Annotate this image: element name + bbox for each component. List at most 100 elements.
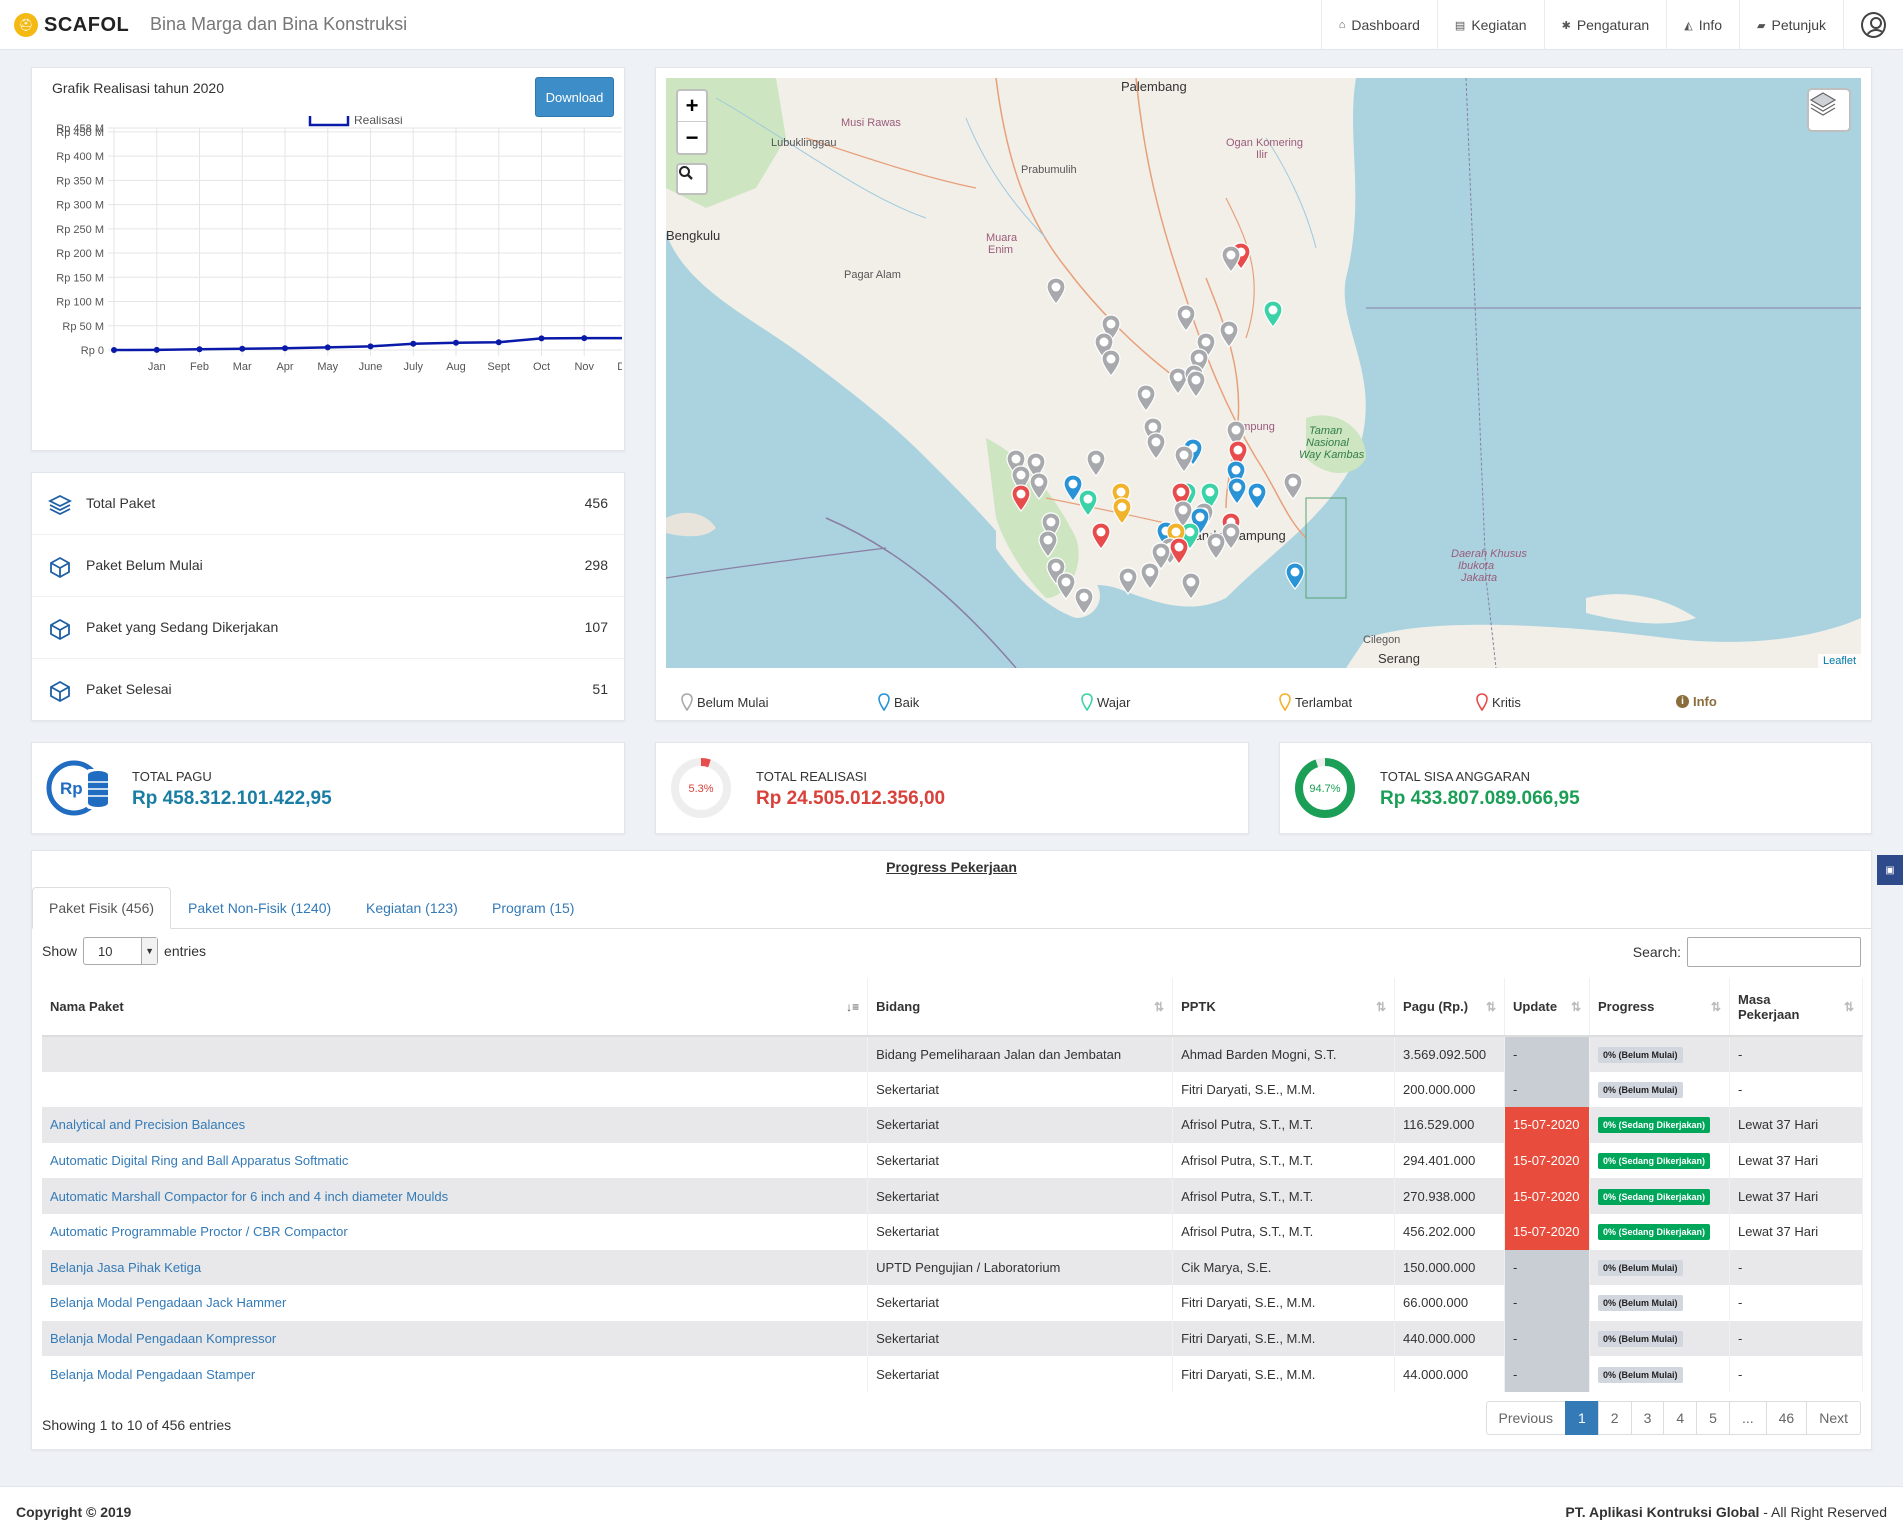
cell-pptk: Fitri Daryati, S.E., M.M. — [1172, 1356, 1396, 1392]
cell-nama-paket[interactable]: Belanja Jasa Pihak Ketiga — [42, 1249, 869, 1286]
side-panel-toggle[interactable]: ▣ — [1877, 855, 1903, 885]
page-button[interactable]: Next — [1806, 1401, 1861, 1435]
cell-progress: 0% (Sedang Dikerjakan) — [1589, 1178, 1730, 1214]
nav-label: Kegiatan — [1471, 17, 1527, 33]
page-size-select[interactable]: 10 ▼ — [83, 937, 159, 965]
layers-icon — [47, 493, 73, 520]
cell-nama-paket[interactable]: Automatic Programmable Proctor / CBR Com… — [42, 1213, 869, 1250]
nav-dashboard[interactable]: ⌂ Dashboard — [1320, 0, 1437, 50]
col-progress[interactable]: Progress ⇅ — [1589, 978, 1730, 1037]
cell-nama-paket[interactable]: Automatic Marshall Compactor for 6 inch … — [42, 1178, 869, 1214]
page-button[interactable]: 2 — [1597, 1401, 1632, 1435]
page-button[interactable]: 3 — [1630, 1401, 1665, 1435]
x-tick-label: Sept — [487, 361, 510, 373]
status-badge: 0% (Sedang Dikerjakan) — [1598, 1153, 1711, 1170]
y-tick-label: Rp 0 — [81, 345, 104, 357]
y-tick-label: Rp 300 M — [56, 200, 104, 212]
col-bidang[interactable]: Bidang ⇅ — [867, 978, 1174, 1037]
page-button[interactable]: 46 — [1765, 1401, 1808, 1435]
download-button[interactable]: Download — [535, 77, 614, 117]
map-label: Way Kambas — [1299, 449, 1365, 461]
file-icon: ▤ — [1454, 19, 1466, 32]
status-badge: 0% (Belum Mulai) — [1598, 1259, 1683, 1276]
table-row[interactable]: Belanja Modal Pengadaan Jack Hammer Seker… — [42, 1285, 1864, 1321]
marker-blue-icon — [878, 693, 890, 711]
cell-pagu: 294.401.000 — [1394, 1142, 1506, 1179]
cell-pptk: Ahmad Barden Mogni, S.T. — [1172, 1036, 1396, 1072]
table-search-input[interactable] — [1687, 937, 1861, 967]
user-menu[interactable] — [1843, 0, 1903, 50]
y-tick-label: Rp 50 M — [62, 321, 104, 333]
legend-label: Kritis — [1492, 694, 1521, 710]
cell-nama-paket[interactable]: Automatic Digital Ring and Ball Apparatu… — [42, 1142, 869, 1179]
stat-value: 107 — [584, 619, 608, 635]
col-nama-paket[interactable]: Nama Paket ↓≡ — [42, 978, 869, 1037]
tab-program[interactable]: Program (15) — [476, 887, 590, 929]
y-tick-label: Rp 100 M — [56, 297, 104, 309]
col-update[interactable]: Update ⇅ — [1504, 978, 1590, 1037]
table-row[interactable]: Sekertariat Fitri Daryati, S.E., M.M. 200.… — [42, 1071, 1864, 1108]
table-search: Search: — [1633, 937, 1861, 967]
legend-terlambat: Terlambat — [1279, 693, 1352, 711]
zoom-out-button[interactable]: − — [678, 122, 706, 153]
sisa-donut: 94.7% — [1295, 758, 1355, 818]
app-logo[interactable]: ⛑ SCAFOL — [14, 13, 129, 37]
y-tick-label: Rp 250 M — [56, 224, 104, 236]
cell-pptk: Fitri Daryati, S.E., M.M. — [1172, 1285, 1396, 1321]
col-pagu[interactable]: Pagu (Rp.) ⇅ — [1394, 978, 1506, 1037]
table-row[interactable]: Belanja Jasa Pihak Ketiga UPTD Pengujian … — [42, 1249, 1864, 1286]
cell-nama-paket[interactable]: Belanja Modal Pengadaan Kompressor — [42, 1320, 869, 1357]
cell-nama-paket[interactable]: Analytical and Precision Balances — [42, 1107, 869, 1143]
table-row[interactable]: Automatic Programmable Proctor / CBR Com… — [42, 1213, 1864, 1250]
page-button[interactable]: 1 — [1564, 1401, 1599, 1435]
top-navbar: ⛑ SCAFOL Bina Marga dan Bina Konstruksi … — [0, 0, 1903, 50]
nav-kegiatan[interactable]: ▤ Kegiatan — [1436, 0, 1544, 50]
map-view[interactable]: + − Palembang Musi Rawas Lubuklinggau Pr… — [666, 78, 1861, 668]
y-tick-label: Rp 400 M — [56, 151, 104, 163]
tab-paket-fisik[interactable]: Paket Fisik (456) — [32, 887, 172, 929]
nav-info[interactable]: ◭ Info — [1666, 0, 1739, 50]
cell-masa-pekerjaan: - — [1729, 1320, 1864, 1357]
x-tick-label: Aug — [446, 361, 466, 373]
cube-icon — [48, 617, 72, 644]
stat-belum-mulai: Paket Belum Mulai 298 — [32, 535, 624, 597]
tab-paket-non-fisik[interactable]: Paket Non-Fisik (1240) — [172, 887, 347, 929]
tab-kegiatan[interactable]: Kegiatan (123) — [350, 887, 474, 929]
page-button[interactable]: 5 — [1696, 1401, 1730, 1435]
legend-info-link[interactable]: i Info — [1676, 694, 1717, 709]
page-button[interactable]: Previous — [1485, 1401, 1566, 1435]
cell-update: - — [1504, 1320, 1590, 1357]
legend-label: Baik — [894, 694, 920, 710]
cell-bidang: UPTD Pengujian / Laboratorium — [867, 1249, 1174, 1286]
col-masa-pekerjaan[interactable]: Masa Pekerjaan ⇅ — [1729, 978, 1864, 1037]
col-pptk[interactable]: PPTK ⇅ — [1172, 978, 1396, 1037]
cell-nama-paket[interactable] — [42, 1071, 869, 1108]
map-label: Enim — [988, 244, 1014, 256]
stat-sedang-dikerjakan: Paket yang Sedang Dikerjakan 107 — [32, 597, 624, 659]
table-row[interactable]: Automatic Marshall Compactor for 6 inch … — [42, 1178, 1864, 1214]
marker-red-icon — [1476, 693, 1488, 711]
legend-belum-mulai: Belum Mulai — [681, 693, 769, 711]
layers-button[interactable] — [1807, 88, 1851, 132]
zoom-in-button[interactable]: + — [678, 91, 706, 122]
map-label: Taman — [1309, 425, 1343, 437]
nav-pengaturan[interactable]: ✱ Pengaturan — [1543, 0, 1667, 50]
table-row[interactable]: Belanja Modal Pengadaan Stamper Sekertari… — [42, 1356, 1864, 1392]
map-search-button[interactable] — [676, 163, 708, 195]
cell-nama-paket[interactable]: Belanja Modal Pengadaan Jack Hammer — [42, 1285, 869, 1321]
cell-nama-paket[interactable] — [42, 1036, 869, 1072]
table-row[interactable]: Automatic Digital Ring and Ball Apparatu… — [42, 1142, 1864, 1179]
table-row[interactable]: Analytical and Precision Balances Sekerta… — [42, 1107, 1864, 1143]
table-row[interactable]: Bidang Pemeliharaan Jalan dan Jembatan Ah… — [42, 1036, 1864, 1072]
y-tick-label: Rp 150 M — [56, 272, 104, 284]
cell-progress: 0% (Belum Mulai) — [1589, 1071, 1730, 1108]
nav-petunjuk[interactable]: ▰ Petunjuk — [1739, 0, 1843, 50]
leaflet-attribution[interactable]: Leaflet — [1817, 654, 1861, 668]
column-label: Progress — [1598, 999, 1655, 1014]
page-button[interactable]: 4 — [1663, 1401, 1698, 1435]
data-point — [538, 335, 545, 342]
page-button[interactable]: ... — [1728, 1401, 1767, 1435]
cell-nama-paket[interactable]: Belanja Modal Pengadaan Stamper — [42, 1356, 869, 1392]
table-row[interactable]: Belanja Modal Pengadaan Kompressor Sekert… — [42, 1320, 1864, 1357]
card-total-pagu: Rp TOTAL PAGU Rp 458.312.101.422,95 — [31, 742, 625, 834]
